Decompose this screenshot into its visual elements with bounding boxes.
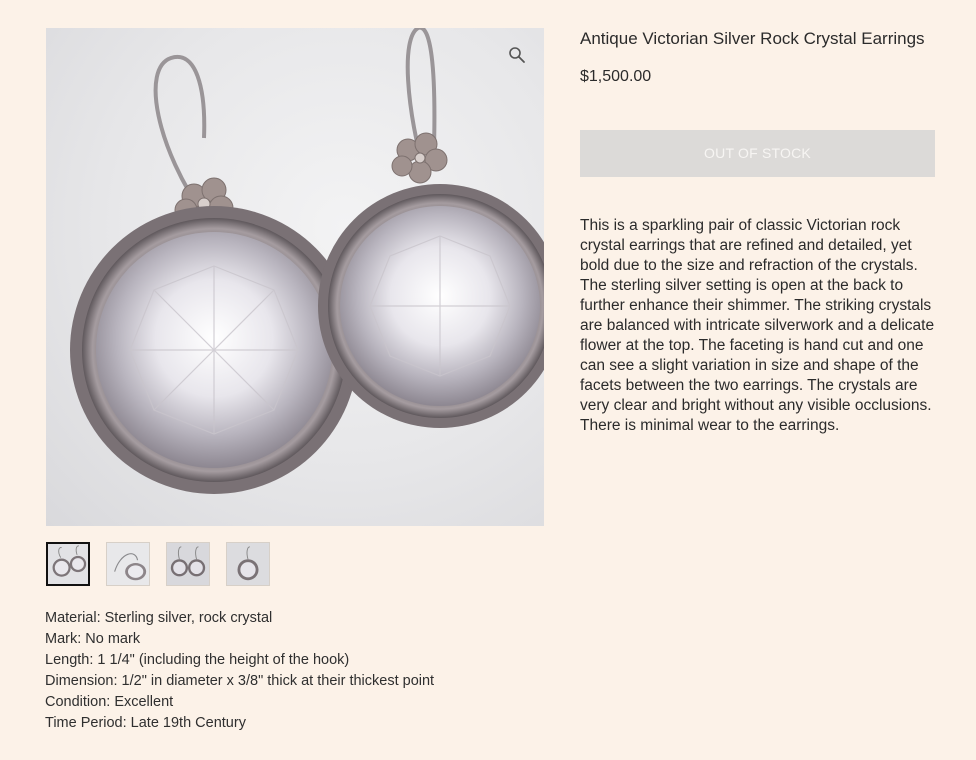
spec-length: Length: 1 1/4" (including the height of … [45, 652, 350, 668]
magnifier-icon[interactable] [508, 46, 526, 64]
spec-condition: Condition: Excellent [45, 694, 174, 710]
product-price: $1,500.00 [580, 68, 652, 85]
product-specs: Material: Sterling silver, rock crystal … [45, 608, 434, 734]
spec-time-period: Time Period: Late 19th Century [45, 715, 246, 731]
spec-mark: Mark: No mark [45, 631, 141, 647]
thumbnail-3[interactable] [166, 542, 210, 586]
thumbnail-strip [46, 542, 270, 586]
product-description: This is a sparkling pair of classic Vict… [580, 217, 935, 434]
thumbnail-2[interactable] [106, 542, 150, 586]
product-page: Material: Sterling silver, rock crystal … [0, 0, 976, 760]
thumbnail-1[interactable] [46, 542, 90, 586]
spec-dimension: Dimension: 1/2" in diameter x 3/8" thick… [45, 673, 435, 689]
spec-material: Material: Sterling silver, rock crystal [45, 610, 273, 626]
product-title: Antique Victorian Silver Rock Crystal Ea… [580, 29, 925, 48]
main-product-image[interactable] [46, 28, 544, 526]
thumbnail-4[interactable] [226, 542, 270, 586]
earrings-photo [70, 28, 544, 494]
out-of-stock-button[interactable]: OUT OF STOCK [580, 130, 935, 177]
